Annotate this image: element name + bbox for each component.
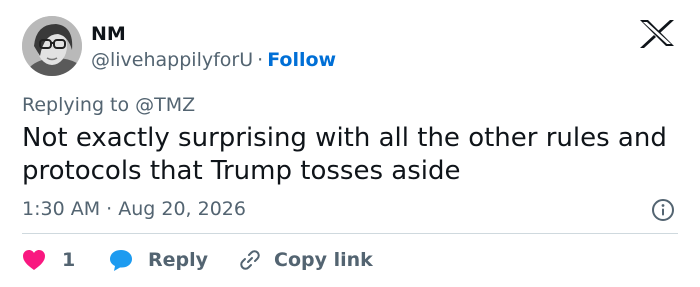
author-handle[interactable]: @livehappilyforU [91, 49, 253, 71]
like-count: 1 [62, 249, 76, 271]
follow-button[interactable]: Follow [267, 49, 336, 71]
reply-button[interactable]: Reply [108, 248, 238, 272]
separator: · [257, 49, 264, 71]
copy-link-button[interactable]: Copy link [238, 248, 373, 272]
avatar[interactable] [22, 16, 82, 76]
tweet-text: Not exactly surprising with all the othe… [22, 123, 667, 186]
author-name[interactable]: NM [91, 22, 126, 46]
replying-to-prefix: Replying to [22, 94, 130, 116]
divider [22, 233, 678, 234]
profile-photo-icon [22, 16, 82, 76]
action-bar: 1 Reply Copy link [22, 247, 373, 273]
tweet-embed-card: NM @livehappilyforU · Follow Replying to @… [0, 0, 700, 287]
x-logo-icon[interactable] [636, 18, 678, 48]
author-handle-row: @livehappilyforU · Follow [91, 48, 336, 72]
like-button[interactable]: 1 [22, 249, 102, 271]
link-icon [240, 250, 260, 270]
reply-label: Reply [148, 249, 209, 271]
info-icon[interactable] [651, 198, 675, 222]
copy-link-label: Copy link [274, 249, 373, 271]
replying-to-mention[interactable]: @TMZ [135, 94, 195, 116]
tweet-timestamp[interactable]: 1:30 AM · Aug 20, 2026 [22, 197, 246, 221]
replying-to: Replying to @TMZ [22, 93, 195, 117]
heart-icon [23, 250, 45, 270]
speech-bubble-icon [110, 250, 132, 271]
